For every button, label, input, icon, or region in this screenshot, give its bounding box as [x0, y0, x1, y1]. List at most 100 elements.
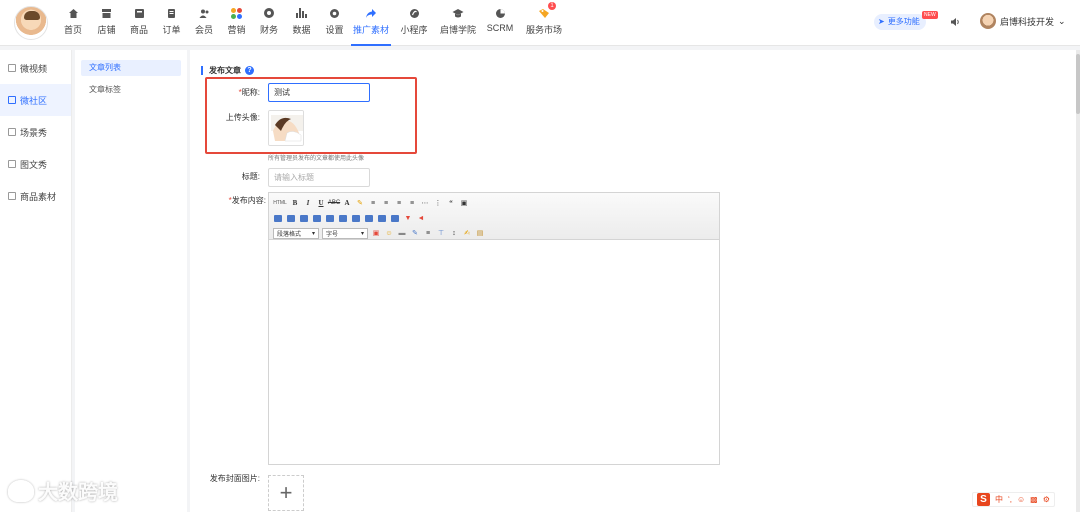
nav-item-miniapp[interactable]: 小程序: [391, 0, 437, 46]
import-icon[interactable]: ▤: [475, 228, 485, 238]
html-source-icon[interactable]: HTML: [273, 198, 287, 208]
user-name: 启博科技开发: [1000, 16, 1055, 27]
more-features-button[interactable]: ➤ 更多功能: [874, 14, 926, 30]
split-row-icon[interactable]: ▼: [403, 213, 413, 223]
nav-item-store[interactable]: 店铺: [90, 0, 123, 46]
horizontal-rule-icon[interactable]: ▬: [397, 228, 407, 238]
content-label: *发布内容:: [228, 196, 266, 205]
ordered-list-icon[interactable]: ⋮: [433, 198, 443, 208]
merge-down-icon[interactable]: [390, 213, 400, 223]
sidebar-item-product-material[interactable]: 商品素材: [0, 180, 71, 212]
delete-row-icon[interactable]: [325, 213, 335, 223]
scene-icon: [8, 128, 16, 136]
nav-item-product[interactable]: 商品: [123, 0, 155, 46]
cover-upload-button[interactable]: +: [268, 475, 304, 511]
nav-item-scrm[interactable]: SCRM: [479, 0, 521, 46]
font-size-select[interactable]: 字号 ▾: [322, 227, 368, 239]
nav-label: 数据: [292, 25, 311, 35]
split-column-icon[interactable]: ◄: [416, 213, 426, 223]
more-features-label: 更多功能: [887, 17, 920, 26]
title-input[interactable]: [268, 168, 370, 187]
avatar-hint: 所有管理员发布的文章都使用此头像: [268, 156, 365, 162]
nav-label: 会员: [194, 25, 213, 35]
rocket-icon: ➤: [878, 17, 885, 26]
nav-label: 启博学院: [439, 25, 476, 35]
align-center-icon[interactable]: ≡: [381, 198, 391, 208]
highlight-color-icon[interactable]: ✎: [355, 198, 365, 208]
align-right-icon[interactable]: ≡: [394, 198, 404, 208]
underline-icon[interactable]: U: [316, 198, 326, 208]
avatar-upload-image[interactable]: [268, 110, 304, 146]
strikethrough-icon[interactable]: ABC: [328, 198, 340, 208]
nav-item-service-market[interactable]: 服务市场: [521, 0, 567, 46]
ime-toolbar[interactable]: S 中 ‘, ☺ ▩ ⚙: [972, 492, 1055, 507]
marketing-icon: [231, 7, 243, 19]
sidebar-item-label: 场景秀: [20, 127, 48, 138]
sidebar-item-micro-community[interactable]: 微社区: [0, 84, 71, 116]
nav-item-order[interactable]: 订单: [155, 0, 188, 46]
merge-cells-icon[interactable]: [351, 213, 361, 223]
brand-avatar-logo[interactable]: [14, 6, 48, 40]
nav-item-promotion-material[interactable]: 推广素材: [351, 0, 391, 46]
nickname-label-text: 昵称:: [241, 88, 260, 97]
sidebar-item-scene-show[interactable]: 场景秀: [0, 116, 71, 148]
indent-icon[interactable]: ↕: [449, 228, 459, 238]
nav-item-member[interactable]: 会员: [188, 0, 220, 46]
clear-format-icon[interactable]: ▣: [459, 198, 469, 208]
nav-item-academy[interactable]: 启博学院: [437, 0, 479, 46]
nickname-label: *昵称:: [238, 88, 260, 97]
section-title: 发布文章 ?: [201, 66, 254, 75]
unordered-list-icon[interactable]: ⋯: [420, 198, 430, 208]
content-label-text: 发布内容:: [231, 196, 266, 205]
insert-column-icon[interactable]: [312, 213, 322, 223]
emoji-icon[interactable]: ☺: [384, 228, 394, 238]
nav-item-settings[interactable]: 设置: [318, 0, 351, 46]
chevron-down-icon: ▾: [311, 230, 315, 237]
editor-content-area[interactable]: [269, 241, 719, 464]
subnav-item-article-list[interactable]: 文章列表: [81, 60, 181, 76]
quote-icon[interactable]: “: [446, 198, 456, 208]
delete-column-icon[interactable]: [338, 213, 348, 223]
chevron-down-icon: ⌄: [1058, 15, 1066, 26]
paragraph-format-select[interactable]: 段落格式 ▾: [273, 227, 319, 239]
insert-image-icon[interactable]: ▣: [371, 228, 381, 238]
nav-item-finance[interactable]: 财务: [253, 0, 285, 46]
align-left-icon[interactable]: ≡: [368, 198, 378, 208]
line-height-icon[interactable]: ≡: [423, 228, 433, 238]
sidebar-item-micro-video[interactable]: 微视频: [0, 52, 71, 84]
format-painter-icon[interactable]: ✍: [462, 228, 472, 238]
scrollbar[interactable]: [1076, 50, 1080, 512]
spacing-icon[interactable]: ⊤: [436, 228, 446, 238]
academy-icon: [452, 7, 464, 19]
italic-icon[interactable]: I: [303, 198, 313, 208]
insert-table-icon[interactable]: [273, 213, 283, 223]
bold-icon[interactable]: B: [290, 198, 300, 208]
scrollbar-thumb[interactable]: [1076, 54, 1080, 114]
subnav-item-article-tags[interactable]: 文章标签: [81, 82, 181, 98]
watermark-logo-icon: [8, 479, 34, 502]
nickname-input[interactable]: [268, 83, 370, 102]
sidebar-item-label: 微社区: [20, 95, 48, 106]
avatar-upload-label: 上传头像:: [225, 113, 260, 122]
font-color-icon[interactable]: A: [342, 198, 352, 208]
insert-row-icon[interactable]: [299, 213, 309, 223]
new-badge: NEW: [922, 11, 938, 19]
align-justify-icon[interactable]: ≡: [407, 198, 417, 208]
chevron-down-icon: ▾: [360, 230, 364, 237]
sidebar-item-image-text-show[interactable]: 图文秀: [0, 148, 71, 180]
rich-text-editor: HTML B I U ABC A ✎ ≡ ≡ ≡ ≡ ⋯ ⋮ “ ▣ ▼ ◄ 段…: [268, 192, 720, 465]
split-cells-icon[interactable]: [364, 213, 374, 223]
nav-item-home[interactable]: 首页: [56, 0, 90, 46]
merge-right-icon[interactable]: [377, 213, 387, 223]
cover-image-label: 发布封面图片:: [209, 474, 260, 483]
nav-item-marketing[interactable]: 营销: [220, 0, 253, 46]
user-menu[interactable]: 启博科技开发 ⌄: [980, 13, 1066, 29]
table-properties-icon[interactable]: [286, 213, 296, 223]
speaker-icon[interactable]: [950, 16, 960, 26]
nav-label: 营销: [227, 25, 246, 35]
link-icon[interactable]: ✎: [410, 228, 420, 238]
help-icon[interactable]: ?: [245, 66, 254, 75]
home-icon: [67, 7, 79, 19]
nav-item-data[interactable]: 数据: [285, 0, 318, 46]
nav-label: 店铺: [97, 25, 116, 35]
